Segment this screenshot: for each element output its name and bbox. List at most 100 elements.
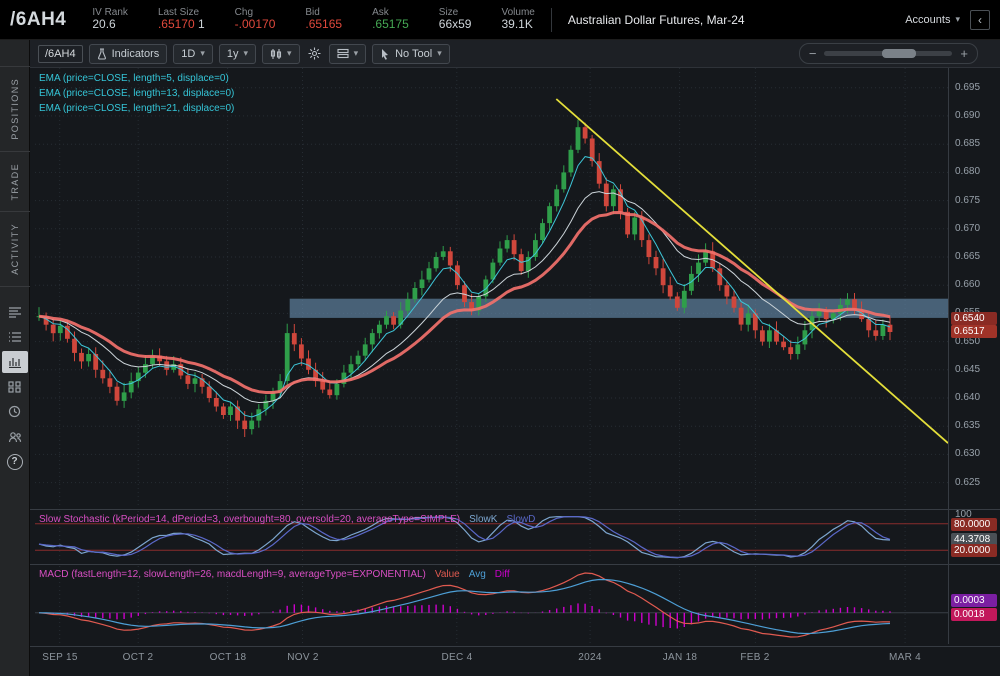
chart-settings-button[interactable] bbox=[306, 47, 323, 60]
candlestick-series bbox=[37, 120, 893, 438]
quote-field-value: .65170 1 bbox=[158, 18, 205, 32]
quote-field-volume: Volume39.1K bbox=[501, 7, 534, 32]
chevron-down-icon: ▾ bbox=[437, 48, 442, 59]
price-tick-label: 0.680 bbox=[955, 166, 980, 177]
quotes-icon[interactable] bbox=[2, 301, 28, 323]
sidebar-icon-rail: ? bbox=[2, 301, 28, 473]
macd-axis-flag: 0.0018 bbox=[951, 608, 997, 621]
price-tick-label: 0.665 bbox=[955, 251, 980, 262]
macd-label-row: MACD (fastLength=12, slowLength=26, macd… bbox=[39, 569, 510, 580]
range-dropdown[interactable]: 1y ▾ bbox=[219, 44, 256, 64]
zoom-slider[interactable] bbox=[824, 51, 952, 56]
macd-series-diff: Diff bbox=[495, 569, 510, 580]
macd-indicator-label: MACD (fastLength=12, slowLength=26, macd… bbox=[39, 569, 426, 580]
left-sidebar: POSITIONS TRADE ACTIVITY bbox=[0, 40, 30, 676]
quote-field-value: 39.1K bbox=[501, 18, 532, 32]
timeframe-dropdown[interactable]: 1D ▾ bbox=[173, 44, 213, 64]
quote-field-iv-rank: IV Rank20.6 bbox=[92, 7, 128, 32]
quote-field-value: 20.6 bbox=[92, 18, 115, 32]
range-value: 1y bbox=[227, 48, 239, 60]
ema-indicator-label: EMA (price=CLOSE, length=21, displace=0) bbox=[39, 101, 234, 116]
price-tick-label: 0.685 bbox=[955, 138, 980, 149]
help-icon[interactable]: ? bbox=[2, 451, 28, 473]
price-axis[interactable]: 0.6950.6900.6850.6800.6750.6700.6650.660… bbox=[948, 68, 1000, 644]
time-axis-label: 2024 bbox=[566, 652, 614, 663]
time-axis-label: OCT 2 bbox=[114, 652, 162, 663]
community-icon[interactable] bbox=[2, 426, 28, 448]
layers-icon bbox=[337, 48, 349, 59]
time-axis-label: OCT 18 bbox=[204, 652, 252, 663]
timeframe-value: 1D bbox=[181, 48, 195, 60]
time-axis-label: DEC 4 bbox=[433, 652, 481, 663]
zoom-slider-handle[interactable] bbox=[882, 49, 916, 58]
chart-area: /6AH4 Indicators 1D ▾ 1y ▾ ▾ ▾ bbox=[30, 40, 1000, 676]
zoom-out-button[interactable]: − bbox=[809, 47, 817, 60]
sidebar-tab-trade[interactable]: TRADE bbox=[0, 152, 30, 213]
quote-field-value: 66x59 bbox=[439, 18, 472, 32]
stochastic-label-row: Slow Stochastic (kPeriod=14, dPeriod=3, … bbox=[39, 514, 535, 525]
quote-field-ask: Ask.65175 bbox=[372, 7, 409, 32]
quote-fields: IV Rank20.6Last Size.65170 1Chg-.00170Bi… bbox=[92, 7, 534, 32]
sidebar-tab-positions[interactable]: POSITIONS bbox=[0, 66, 30, 152]
pane-divider[interactable] bbox=[30, 564, 1000, 565]
ema-indicator-label: EMA (price=CLOSE, length=13, displace=0) bbox=[39, 86, 234, 101]
chevron-down-icon: ▾ bbox=[287, 48, 292, 59]
chevron-down-icon: ▾ bbox=[354, 48, 359, 59]
stoch-axis-flag: 20.0000 bbox=[951, 544, 997, 557]
indicators-label: Indicators bbox=[112, 48, 160, 60]
time-axis-label: JAN 18 bbox=[656, 652, 704, 663]
price-tick-label: 0.695 bbox=[955, 82, 980, 93]
chart-icon[interactable] bbox=[2, 351, 28, 373]
quote-field-value: -.00170 bbox=[235, 18, 276, 32]
stoch-axis-flag: 80.0000 bbox=[951, 518, 997, 531]
chart-panes: EMA (price=CLOSE, length=5, displace=0)E… bbox=[30, 68, 1000, 676]
quote-field-size: Size66x59 bbox=[439, 7, 472, 32]
time-axis-label: SEP 15 bbox=[36, 652, 84, 663]
zoom-in-button[interactable]: + bbox=[960, 47, 968, 60]
sidebar-tab-activity[interactable]: ACTIVITY bbox=[0, 212, 30, 287]
accounts-dropdown[interactable]: Accounts ▾ bbox=[905, 14, 960, 26]
price-chart[interactable] bbox=[35, 68, 948, 508]
chart-toolbar: /6AH4 Indicators 1D ▾ 1y ▾ ▾ ▾ bbox=[30, 40, 1000, 68]
chart-symbol-badge: /6AH4 bbox=[38, 45, 83, 63]
macd-diff-histogram bbox=[39, 603, 890, 628]
macd-axis-flag: 0.0003 bbox=[951, 594, 997, 607]
quote-header: /6AH4 IV Rank20.6Last Size.65170 1Chg-.0… bbox=[0, 0, 1000, 40]
price-tick-label: 0.625 bbox=[955, 477, 980, 488]
chart-type-dropdown[interactable]: ▾ bbox=[262, 44, 300, 64]
price-tick-label: 0.645 bbox=[955, 364, 980, 375]
quote-field-last-size: Last Size.65170 1 bbox=[158, 7, 205, 32]
price-tick-label: 0.630 bbox=[955, 448, 980, 459]
flask-icon bbox=[97, 48, 107, 60]
sidebar-tab-label: ACTIVITY bbox=[10, 223, 20, 275]
apps-icon[interactable] bbox=[2, 376, 28, 398]
macd-series-avg: Avg bbox=[469, 569, 486, 580]
candlestick-icon bbox=[270, 48, 282, 60]
trading-app-window: /6AH4 IV Rank20.6Last Size.65170 1Chg-.0… bbox=[0, 0, 1000, 676]
zoom-control: − + bbox=[799, 43, 978, 64]
watchlist-icon[interactable] bbox=[2, 326, 28, 348]
stoch-indicator-label: Slow Stochastic (kPeriod=14, dPeriod=3, … bbox=[39, 514, 460, 525]
time-axis-label: FEB 2 bbox=[731, 652, 779, 663]
history-icon[interactable] bbox=[2, 401, 28, 423]
time-axis[interactable]: SEP 15 OCT 2 OCT 18 NOV 2 DEC 4 2024 JAN 18 FEB… bbox=[30, 646, 1000, 670]
time-axis-label: NOV 2 bbox=[279, 652, 327, 663]
macd-avg-line bbox=[39, 580, 890, 634]
chevron-down-icon: ▾ bbox=[244, 48, 249, 59]
sidebar-tab-label: TRADE bbox=[10, 163, 20, 201]
collapse-panel-button[interactable]: ‹ bbox=[970, 10, 990, 30]
accounts-label: Accounts bbox=[905, 14, 950, 26]
help-label: ? bbox=[7, 454, 23, 470]
sidebar-tabs: POSITIONS TRADE ACTIVITY bbox=[0, 66, 30, 287]
indicators-button[interactable]: Indicators bbox=[89, 44, 168, 64]
symbol-title: /6AH4 bbox=[10, 9, 66, 31]
studies-dropdown[interactable]: ▾ bbox=[329, 44, 367, 64]
drawing-tool-dropdown[interactable]: No Tool ▾ bbox=[372, 44, 450, 64]
sidebar-tab-label: POSITIONS bbox=[10, 78, 20, 140]
stoch-series-slowd: SlowD bbox=[506, 514, 535, 525]
pane-divider[interactable] bbox=[30, 509, 1000, 510]
chevron-left-icon: ‹ bbox=[978, 13, 982, 27]
price-flag: 0.6517 bbox=[951, 325, 997, 338]
trendline[interactable] bbox=[556, 99, 948, 443]
ema-indicator-label: EMA (price=CLOSE, length=5, displace=0) bbox=[39, 71, 234, 86]
